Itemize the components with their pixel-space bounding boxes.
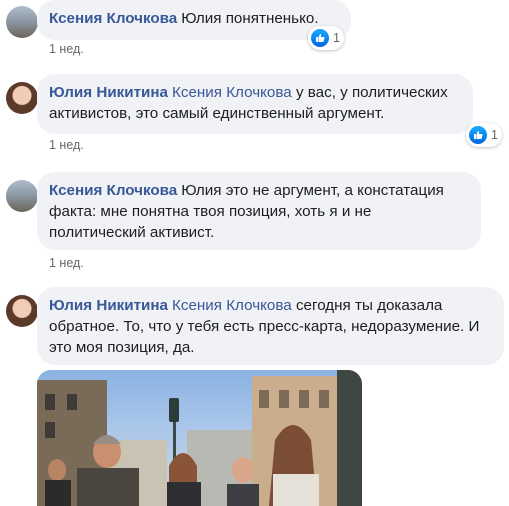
reaction-count: 1 [491, 128, 498, 142]
reaction-count-badge[interactable]: 1 [466, 123, 502, 147]
avatar[interactable] [6, 6, 38, 38]
avatar[interactable] [6, 295, 38, 327]
comment-bubble: Юлия Никитина Ксения Клочкова сегодня ты … [37, 287, 504, 365]
comment-text: Юлия понятненько. [181, 10, 319, 27]
comment-author[interactable]: Юлия Никитина [49, 297, 168, 314]
comment-author[interactable]: Ксения Клочкова [49, 182, 177, 199]
comment-timestamp[interactable]: 1 нед. [49, 138, 84, 152]
like-icon [311, 29, 329, 47]
comment-author[interactable]: Ксения Клочкова [49, 10, 177, 27]
comment-bubble: Ксения Клочкова Юлия понятненько. [37, 0, 351, 40]
comment-mention[interactable]: Ксения Клочкова [172, 84, 292, 101]
comment-mention[interactable]: Ксения Клочкова [172, 297, 292, 314]
comment-timestamp[interactable]: 1 нед. [49, 42, 84, 56]
attached-photo[interactable] [37, 370, 362, 506]
comment-timestamp[interactable]: 1 нед. [49, 256, 84, 270]
comment-bubble: Ксения Клочкова Юлия это не аргумент, а к… [37, 172, 481, 250]
avatar[interactable] [6, 180, 38, 212]
comment-bubble: Юлия Никитина Ксения Клочкова у вас, у по… [37, 74, 473, 134]
like-icon [469, 126, 487, 144]
reaction-count: 1 [333, 31, 340, 45]
photo-illustration [37, 370, 362, 506]
comment-author[interactable]: Юлия Никитина [49, 84, 168, 101]
avatar[interactable] [6, 82, 38, 114]
reaction-count-badge[interactable]: 1 [308, 26, 344, 50]
